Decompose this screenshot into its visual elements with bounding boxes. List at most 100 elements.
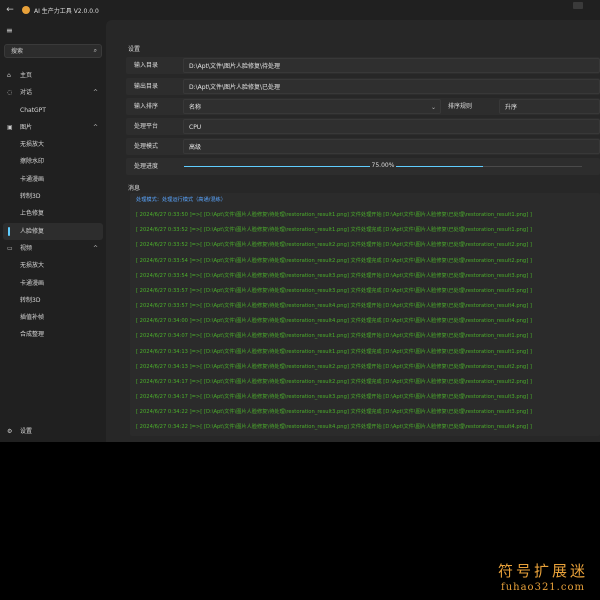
sidebar-item-home[interactable]: ⌂ 主页 — [0, 67, 106, 84]
sidebar-item-compose[interactable]: 合成整理 — [0, 326, 106, 343]
window-title: AI 生产力工具 V2.0.0.0 — [34, 7, 99, 15]
log-line: [ 2024/6/27 0:34:17 ]=>[ [D:\Apt\文件\图片人脸… — [136, 378, 532, 385]
input-dir-label: 输入目录 — [134, 62, 159, 69]
input-dir-row: 输入目录 D:\Apt\文件\图片人脸修复\待处理 — [126, 57, 600, 74]
log-line: [ 2024/6/27 0:34:07 ]=>[ [D:\Apt\文件\图片人脸… — [136, 333, 532, 340]
sidebar-item-settings[interactable]: ⚙ 设置 — [0, 423, 106, 440]
sidebar-item-chat[interactable]: ◌ 对话 ^ — [0, 84, 106, 101]
sidebar-item-label: 合成整理 — [20, 331, 45, 339]
input-dir-field[interactable]: D:\Apt\文件\图片人脸修复\待处理 — [183, 58, 600, 73]
sidebar-item-label: 主页 — [20, 72, 33, 79]
settings-section-title: 设置 — [128, 46, 141, 53]
sidebar-item-label: 视频 — [20, 244, 33, 252]
search-box: ⌕ — [4, 44, 102, 58]
sidebar-item-label: 转制3D — [20, 193, 41, 201]
mode-select[interactable]: 高级 — [183, 139, 600, 154]
sidebar-item-label: 无损放大 — [20, 141, 45, 149]
watermark: 符号扩展迷 fuhao321.com — [498, 560, 588, 593]
sidebar-item-image-3d[interactable]: 转制3D — [0, 188, 106, 205]
minimize-button[interactable] — [573, 2, 583, 9]
sidebar-item-image[interactable]: ▣ 图片 ^ — [0, 119, 106, 136]
chevron-up-icon[interactable]: ^ — [93, 84, 98, 101]
log-line: [ 2024/6/27 0:33:52 ]=>[ [D:\Apt\文件\图片人脸… — [136, 242, 532, 249]
watermark-cn: 符号扩展迷 — [497, 562, 588, 580]
log-line: [ 2024/6/27 0:34:17 ]=>[ [D:\Apt\文件\图片人脸… — [136, 394, 532, 401]
output-dir-row: 输出目录 D:\Apt\文件\图片人脸修复\已处理 — [126, 78, 600, 95]
platform-row: 处理平台 CPU — [126, 118, 600, 135]
sidebar-item-label: 无损放大 — [20, 262, 45, 270]
log-line: [ 2024/6/27 0:33:54 ]=>[ [D:\Apt\文件\图片人脸… — [136, 272, 532, 279]
sidebar-item-frame-interpolation[interactable]: 插值补帧 — [0, 309, 106, 326]
sidebar-item-colorize[interactable]: 上色修复 — [0, 205, 106, 222]
sidebar-item-label: 卡通漫画 — [20, 279, 45, 287]
sidebar-item-video-upscale[interactable]: 无损放大 — [0, 257, 106, 274]
sidebar-item-label: 卡通漫画 — [20, 175, 45, 183]
log-line: [ 2024/6/27 0:33:54 ]=>[ [D:\Apt\文件\图片人脸… — [136, 257, 532, 264]
message-log[interactable]: 处理模式：处理运行模式（高通/混练） [ 2024/6/27 0:33:50 ]=… — [130, 193, 600, 436]
chat-icon: ◌ — [7, 89, 13, 97]
sidebar-item-label: 转制3D — [20, 296, 41, 304]
sidebar-item-label: ChatGPT — [20, 106, 46, 114]
output-dir-field[interactable]: D:\Apt\文件\图片人脸修复\已处理 — [183, 79, 600, 94]
gear-icon: ⚙ — [7, 428, 13, 435]
sidebar-item-video[interactable]: ▭ 视频 ^ — [0, 240, 106, 257]
back-arrow-icon[interactable]: ← — [0, 5, 20, 15]
sort-select[interactable]: 名称 ⌄ — [183, 99, 441, 114]
sidebar-item-label: 图片 — [20, 123, 33, 131]
app-logo-icon — [22, 6, 30, 14]
sidebar-nav: ⌂ 主页 ◌ 对话 ^ ChatGPT ▣ 图片 ^ 无损放大 擦除水印 卡通漫… — [0, 67, 106, 344]
sidebar-item-face-restore[interactable]: 人脸修复 — [3, 222, 103, 240]
chevron-down-icon: ⌄ — [430, 104, 436, 111]
app-window: ← AI 生产力工具 V2.0.0.0 ≡ ⌕ ⌂ 主页 ◌ 对话 ^ Chat… — [0, 0, 600, 442]
sort-label: 输入排序 — [134, 103, 159, 110]
sort-select-value: 名称 — [189, 104, 202, 111]
watermark-en: fuhao321.com — [501, 582, 585, 593]
home-icon: ⌂ — [7, 72, 11, 79]
title-bar: ← AI 生产力工具 V2.0.0.0 — [0, 0, 600, 20]
log-line: 处理模式：处理运行模式（高通/混练） — [136, 197, 226, 203]
sidebar-item-video-3d[interactable]: 转制3D — [0, 292, 106, 309]
progress-label: 处理进度 — [134, 163, 159, 170]
search-input[interactable] — [11, 45, 89, 57]
main-panel: 设置 输入目录 D:\Apt\文件\图片人脸修复\待处理 输出目录 D:\Apt… — [106, 20, 600, 442]
log-line: [ 2024/6/27 0:34:00 ]=>[ [D:\Apt\文件\图片人脸… — [136, 318, 532, 325]
platform-label: 处理平台 — [134, 123, 159, 130]
mode-label: 处理模式 — [134, 143, 159, 150]
log-line: [ 2024/6/27 0:34:22 ]=>[ [D:\Apt\文件\图片人脸… — [136, 409, 532, 416]
log-line: [ 2024/6/27 0:34:13 ]=>[ [D:\Apt\文件\图片人脸… — [136, 348, 532, 355]
progress-bar: 75.00% — [184, 162, 582, 169]
log-line: [ 2024/6/27 0:34:22 ]=>[ [D:\Apt\文件\图片人脸… — [136, 424, 532, 431]
sort-rule-select[interactable]: 升序 — [499, 99, 600, 114]
sidebar-item-video-cartoon[interactable]: 卡通漫画 — [0, 275, 106, 292]
chevron-up-icon[interactable]: ^ — [93, 119, 98, 136]
sidebar-item-chatgpt[interactable]: ChatGPT — [0, 102, 106, 119]
platform-select[interactable]: CPU — [183, 119, 600, 134]
mode-row: 处理模式 高级 — [126, 138, 600, 155]
log-line: [ 2024/6/27 0:33:57 ]=>[ [D:\Apt\文件\图片人脸… — [136, 287, 532, 294]
sidebar-item-label: 设置 — [20, 428, 33, 435]
image-icon: ▣ — [7, 123, 13, 131]
video-icon: ▭ — [7, 244, 13, 252]
search-icon[interactable]: ⌕ — [94, 47, 97, 55]
progress-row: 处理进度 75.00% — [126, 158, 600, 175]
sidebar-item-label: 人脸修复 — [20, 227, 45, 235]
sidebar-item-image-upscale[interactable]: 无损放大 — [0, 136, 106, 153]
log-line: [ 2024/6/27 0:34:13 ]=>[ [D:\Apt\文件\图片人脸… — [136, 363, 532, 370]
sidebar-item-label: 对话 — [20, 89, 33, 97]
chevron-up-icon[interactable]: ^ — [93, 240, 98, 257]
sidebar-item-image-cartoon[interactable]: 卡通漫画 — [0, 171, 106, 188]
output-dir-label: 输出目录 — [134, 83, 159, 90]
messages-section-title: 消息 — [128, 185, 141, 192]
sort-row: 输入排序 名称 ⌄ 排序规则 升序 — [126, 98, 600, 115]
progress-text: 75.00% — [369, 162, 397, 169]
sidebar-item-watermark-removal[interactable]: 擦除水印 — [0, 153, 106, 170]
hamburger-menu-icon[interactable]: ≡ — [6, 26, 13, 35]
log-line: [ 2024/6/27 0:33:50 ]=>[ [D:\Apt\文件\图片人脸… — [136, 212, 532, 219]
sidebar: ≡ ⌕ ⌂ 主页 ◌ 对话 ^ ChatGPT ▣ 图片 ^ — [0, 20, 106, 442]
sidebar-item-label: 擦除水印 — [20, 158, 45, 166]
log-line: [ 2024/6/27 0:33:52 ]=>[ [D:\Apt\文件\图片人脸… — [136, 227, 532, 234]
sidebar-item-label: 上色修复 — [20, 210, 45, 218]
sidebar-item-label: 插值补帧 — [20, 314, 45, 322]
log-line: [ 2024/6/27 0:33:57 ]=>[ [D:\Apt\文件\图片人脸… — [136, 303, 532, 310]
sort-rule-label: 排序规则 — [448, 103, 473, 110]
